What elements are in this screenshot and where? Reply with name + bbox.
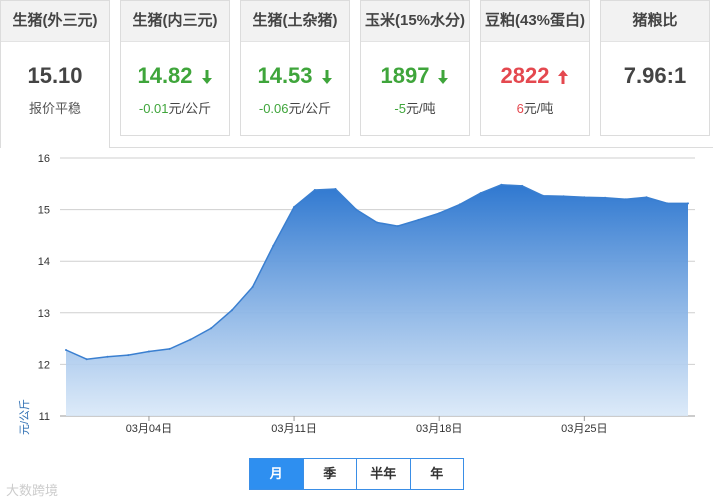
price-card-3[interactable]: 玉米(15%水分) 1897 -5元/吨 xyxy=(360,0,470,136)
arrow-down-icon xyxy=(437,65,449,91)
data-point xyxy=(396,225,399,228)
y-tick-label: 11 xyxy=(39,411,50,423)
data-point xyxy=(645,196,648,199)
card-title: 生猪(土杂猪) xyxy=(241,1,349,42)
data-point xyxy=(251,286,254,288)
data-point xyxy=(85,358,88,361)
card-value: 2822 xyxy=(481,63,589,91)
card-title: 猪粮比 xyxy=(601,1,709,42)
data-point xyxy=(127,354,130,357)
arrow-down-icon xyxy=(201,65,213,91)
data-point xyxy=(687,202,689,205)
data-point xyxy=(541,194,544,197)
price-card-1[interactable]: 生猪(内三元) 14.82 -0.01元/公斤 xyxy=(120,0,230,136)
data-point xyxy=(376,221,378,224)
period-tabs: 月 季 半年 年 xyxy=(249,458,464,490)
y-tick-label: 16 xyxy=(38,153,50,165)
data-point xyxy=(521,184,524,187)
y-tick-label: 12 xyxy=(38,359,50,371)
y-tick-label: 14 xyxy=(38,256,50,268)
data-point xyxy=(438,212,441,215)
data-point xyxy=(65,349,67,351)
card-value: 14.53 xyxy=(241,63,349,91)
card-value: 15.10 xyxy=(27,63,83,88)
data-point xyxy=(189,338,192,341)
arrow-up-icon xyxy=(557,65,569,91)
card-title: 玉米(15%水分) xyxy=(361,1,469,42)
price-cards: 生猪(外三元) 15.10 报价平稳 生猪(内三元) 14.82 -0.01元/… xyxy=(0,0,713,148)
card-title: 生猪(外三元) xyxy=(1,1,109,42)
tab-half-year[interactable]: 半年 xyxy=(357,459,411,489)
area-series xyxy=(65,183,689,416)
data-point xyxy=(666,202,669,205)
data-point xyxy=(210,327,213,330)
data-point xyxy=(458,203,461,206)
arrow-down-icon xyxy=(321,65,333,91)
data-point xyxy=(500,183,503,186)
price-trend-chart: 11 12 13 14 15 16 03月04日 03月11日 03月18日 03月25日 元/… xyxy=(18,153,695,435)
x-axis-ticks: 03月04日 03月11日 03月18日 03月25日 xyxy=(126,416,608,435)
card-change: -0.01元/公斤 xyxy=(138,101,212,116)
data-point xyxy=(479,192,482,195)
y-tick-label: 15 xyxy=(38,205,50,217)
price-card-2[interactable]: 生猪(土杂猪) 14.53 -0.06元/公斤 xyxy=(240,0,350,136)
watermark: 大数跨境 xyxy=(6,483,59,498)
card-value: 7.96:1 xyxy=(623,63,687,88)
x-tick-label: 03月18日 xyxy=(416,423,462,435)
tab-month[interactable]: 月 xyxy=(250,459,304,489)
data-point xyxy=(624,198,627,201)
x-tick-label: 03月25日 xyxy=(561,423,607,435)
x-tick-label: 03月04日 xyxy=(126,423,172,435)
data-point xyxy=(583,196,586,199)
card-change: 报价平稳 xyxy=(28,101,81,116)
tab-quarter[interactable]: 季 xyxy=(303,459,357,489)
data-point xyxy=(106,355,109,358)
data-point xyxy=(230,309,233,312)
data-point xyxy=(334,188,337,190)
data-point xyxy=(272,244,275,247)
price-card-0[interactable]: 生猪(外三元) 15.10 报价平稳 xyxy=(0,0,110,148)
data-point xyxy=(147,350,150,353)
data-point xyxy=(355,208,358,211)
x-tick-label: 03月11日 xyxy=(271,423,317,435)
card-value: 1897 xyxy=(361,63,469,91)
data-point xyxy=(313,189,316,191)
card-value: 14.82 xyxy=(121,63,229,91)
card-change: -0.06元/公斤 xyxy=(258,101,332,116)
card-title: 豆粕(43%蛋白) xyxy=(481,1,589,42)
price-card-4[interactable]: 豆粕(43%蛋白) 2822 6元/吨 xyxy=(480,0,590,136)
card-change: -5元/吨 xyxy=(394,101,436,116)
price-card-5[interactable]: 猪粮比 7.96:1 xyxy=(600,0,710,136)
data-point xyxy=(168,347,171,350)
data-point xyxy=(293,206,296,208)
y-tick-label: 13 xyxy=(38,308,50,320)
card-change: 6元/吨 xyxy=(516,101,554,116)
y-axis-ticks: 11 12 13 14 15 16 xyxy=(38,153,50,423)
data-point xyxy=(417,218,420,221)
data-point xyxy=(562,195,565,198)
y-axis-label: 元/公斤 xyxy=(18,399,31,435)
area-fill xyxy=(66,184,688,416)
data-point xyxy=(604,196,607,199)
card-title: 生猪(内三元) xyxy=(121,1,229,42)
tab-year[interactable]: 年 xyxy=(410,459,463,489)
